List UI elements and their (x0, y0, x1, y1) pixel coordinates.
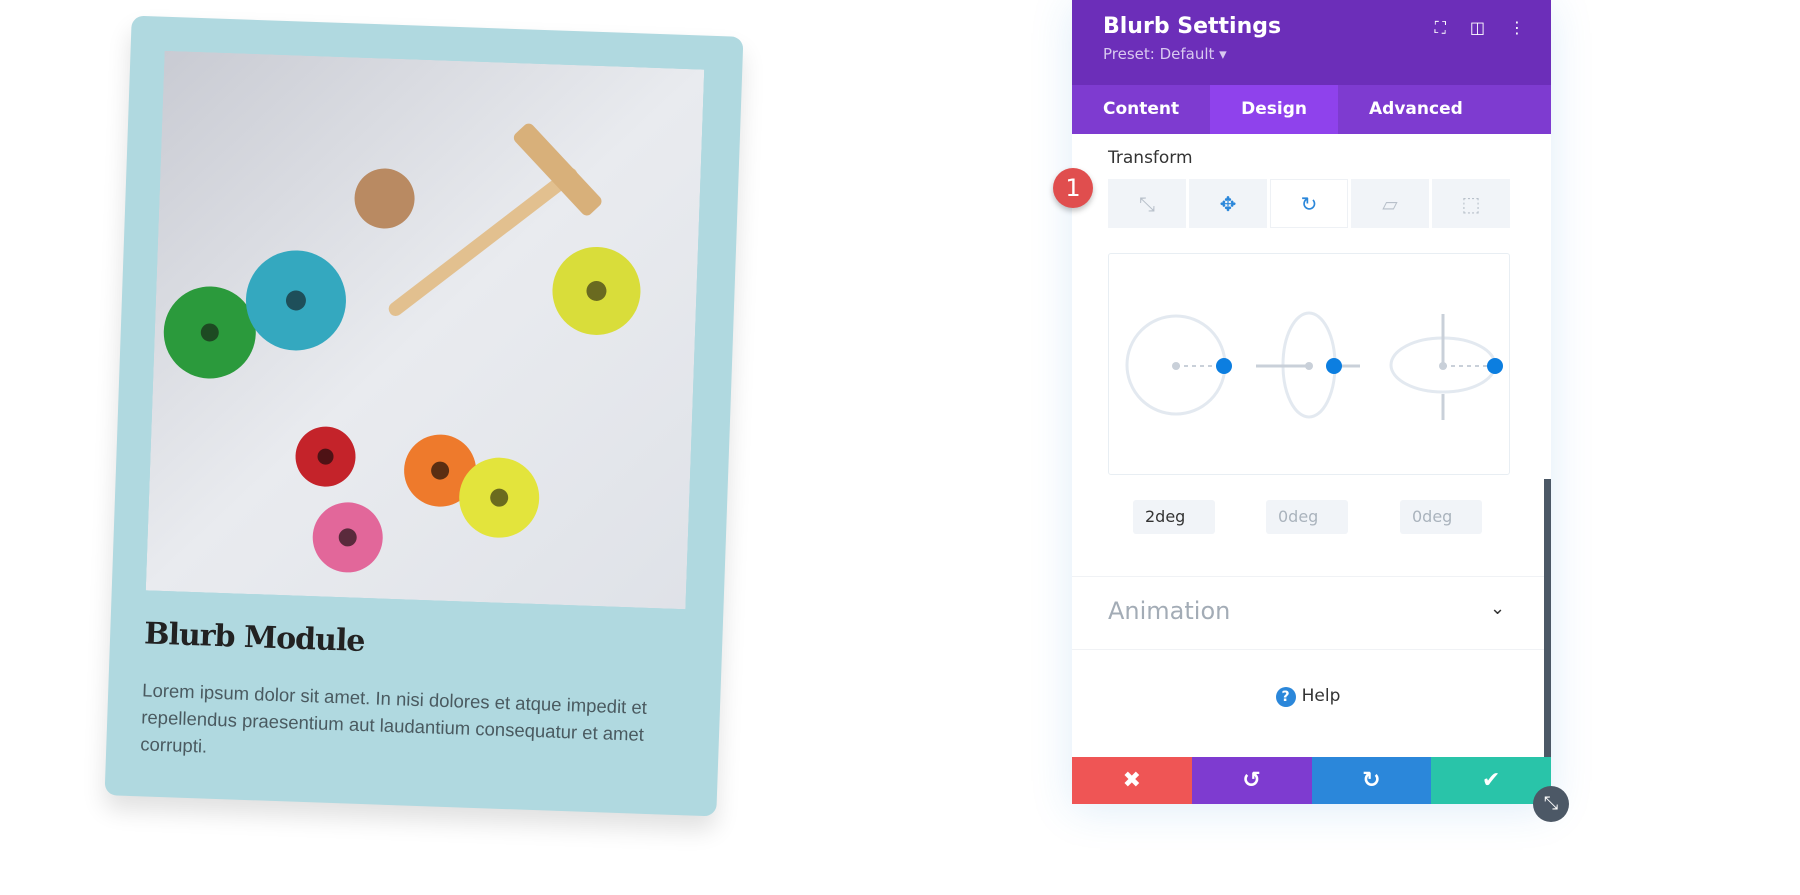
rotate-icon: ↻ (1300, 191, 1318, 216)
tab-design[interactable]: Design (1210, 85, 1339, 134)
help-link[interactable]: ? Help (1072, 686, 1544, 707)
rotate-x-input[interactable]: 2deg (1133, 500, 1215, 534)
redo-icon: ↻ (1362, 768, 1381, 793)
origin-icon: ⬚ (1461, 191, 1481, 216)
blurb-body: Lorem ipsum dolor sit amet. In nisi dolo… (140, 679, 648, 757)
scrollbar[interactable] (1544, 479, 1551, 757)
redo-button[interactable]: ↻ (1311, 757, 1432, 804)
blurb-settings-panel: Blurb Settings Preset: Default ▾ ⛶ ◫ ⋮ C… (1072, 0, 1551, 804)
tab-advanced[interactable]: Advanced (1338, 85, 1494, 134)
undo-icon: ↺ (1242, 768, 1261, 793)
rotate-x-dial[interactable] (1125, 314, 1232, 416)
animation-section-toggle[interactable]: Animation (1108, 597, 1230, 625)
blurb-image (145, 50, 705, 610)
scale-icon: ⤡ (1139, 191, 1155, 216)
blurb-title: Blurb Module (143, 616, 365, 660)
undo-button[interactable]: ↺ (1191, 757, 1312, 804)
rotate-y-dial[interactable] (1256, 311, 1360, 419)
tab-bar: Content Design Advanced (1072, 85, 1551, 134)
resize-handle[interactable]: ⤡ (1533, 786, 1569, 822)
skew-button[interactable]: ▱ (1351, 179, 1429, 228)
check-icon: ✔ (1481, 768, 1501, 793)
chevron-down-icon[interactable]: ⌄ (1490, 598, 1505, 619)
rotate-button[interactable]: ↻ (1270, 179, 1348, 228)
rotate-z-input[interactable]: 0deg (1400, 500, 1482, 534)
blurb-card: Blurb Module Lorem ipsum dolor sit amet.… (104, 15, 744, 817)
rotate-preview (1108, 253, 1510, 475)
cancel-button[interactable]: ✖ (1072, 757, 1192, 804)
resize-icon: ⤡ (1543, 793, 1559, 814)
help-label: Help (1301, 686, 1341, 706)
help-icon: ? (1275, 687, 1296, 707)
origin-button[interactable]: ⬚ (1432, 179, 1510, 228)
step-badge: 1 (1053, 168, 1093, 208)
scale-button[interactable]: ⤡ (1108, 179, 1186, 228)
preset-dropdown[interactable]: Preset: Default ▾ (1103, 45, 1520, 63)
save-button[interactable]: ✔ (1431, 757, 1551, 804)
layout-icon[interactable]: ◫ (1470, 18, 1485, 38)
divider (1072, 649, 1544, 650)
panel-footer: ✖ ↺ ↻ ✔ (1072, 757, 1551, 804)
panel-header: Blurb Settings Preset: Default ▾ ⛶ ◫ ⋮ (1072, 0, 1551, 85)
close-icon: ✖ (1122, 768, 1142, 793)
tab-content[interactable]: Content (1072, 85, 1210, 134)
transform-label: Transform (1108, 148, 1193, 168)
skew-icon: ▱ (1382, 191, 1398, 216)
more-icon[interactable]: ⋮ (1509, 18, 1525, 38)
rotate-y-input[interactable]: 0deg (1266, 500, 1348, 534)
translate-button[interactable]: ✥ (1189, 179, 1267, 228)
move-icon: ✥ (1219, 191, 1237, 216)
fullscreen-icon[interactable]: ⛶ (1435, 18, 1446, 38)
rotate-z-dial[interactable] (1389, 314, 1503, 420)
divider (1072, 576, 1544, 577)
